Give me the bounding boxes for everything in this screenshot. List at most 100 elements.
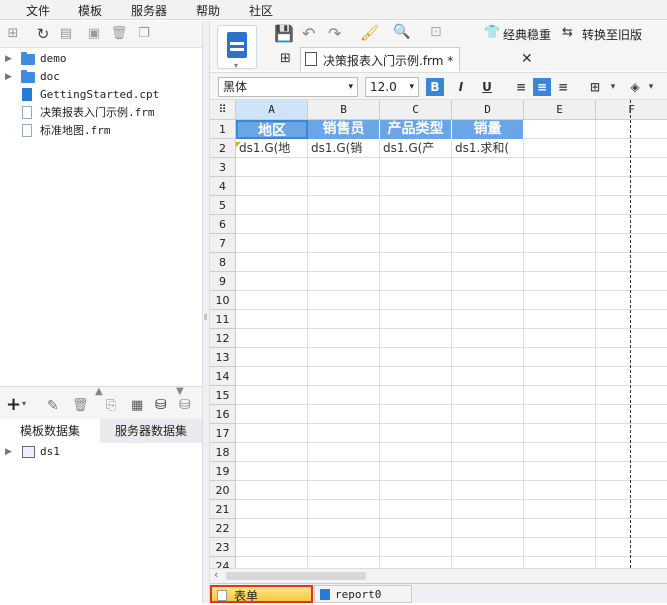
italic-button[interactable]: I [452, 78, 470, 96]
drag-handle-icon[interactable]: ⦀ [204, 313, 208, 323]
grid-cell[interactable] [380, 272, 452, 291]
grid-cell[interactable] [524, 367, 596, 386]
grid-cell[interactable] [380, 538, 452, 557]
grid-cell[interactable] [236, 196, 308, 215]
grid-cell[interactable] [236, 481, 308, 500]
grid-cell[interactable] [452, 443, 524, 462]
grid-cell[interactable] [452, 310, 524, 329]
dataset-icon[interactable]: ▦ [131, 398, 143, 413]
grid-cell[interactable] [380, 234, 452, 253]
sheet-grid[interactable]: ⠿ A B C D E F 1 2 3 4 5 6 7 8 9 10 11 12 13 14 15 16 17 1… [210, 100, 667, 568]
convert-old-button[interactable]: 转换至旧版 [582, 26, 642, 43]
grid-cell[interactable] [524, 481, 596, 500]
grid-cell[interactable] [596, 196, 667, 215]
grid-cell[interactable] [524, 310, 596, 329]
collapse-down-icon[interactable]: ▼ [176, 386, 184, 397]
grid-cell[interactable] [452, 177, 524, 196]
grid-cell[interactable] [236, 405, 308, 424]
grid-cell[interactable] [380, 291, 452, 310]
add-dataset-icon[interactable]: + [6, 396, 21, 414]
grid-cell[interactable] [596, 310, 667, 329]
grid-cell[interactable] [452, 557, 524, 568]
grid-cell[interactable] [380, 310, 452, 329]
grid-cell[interactable] [236, 519, 308, 538]
tree-item-doc[interactable]: ▶ doc [0, 68, 200, 86]
menu-template[interactable]: 模板 [78, 2, 102, 19]
row-header[interactable]: 7 [210, 234, 236, 253]
tab-template-dataset[interactable]: 模板数据集 [0, 419, 100, 443]
row-header[interactable]: 10 [210, 291, 236, 310]
grid-cell[interactable] [380, 519, 452, 538]
grid-cell[interactable] [596, 139, 667, 158]
corner-cell[interactable]: ⠿ [210, 100, 236, 120]
grid-icon[interactable]: ⊞ [280, 51, 291, 66]
row-header[interactable]: 21 [210, 500, 236, 519]
grid-cell[interactable] [596, 291, 667, 310]
column-header-e[interactable]: E [524, 100, 596, 120]
underline-button[interactable]: U [478, 78, 496, 96]
grid-cell[interactable] [236, 253, 308, 272]
grid-cell[interactable] [380, 424, 452, 443]
preview-icon[interactable]: ⎘ [106, 398, 116, 413]
row-header[interactable]: 15 [210, 386, 236, 405]
grid-cell[interactable] [596, 462, 667, 481]
grid-cell[interactable] [596, 272, 667, 291]
grid-cell[interactable] [380, 462, 452, 481]
grid-cell[interactable] [308, 481, 380, 500]
grid-cell[interactable] [380, 500, 452, 519]
grid-cell[interactable] [236, 443, 308, 462]
grid-cell[interactable] [308, 405, 380, 424]
grid-cell[interactable] [308, 234, 380, 253]
grid-cell[interactable] [380, 405, 452, 424]
horizontal-scrollbar[interactable]: ‹ [210, 568, 667, 583]
grid-cell[interactable] [524, 519, 596, 538]
settings-icon[interactable]: ▣ [85, 25, 103, 43]
data-cell-region[interactable]: ds1.G(地 [236, 139, 308, 158]
grid-cell[interactable] [308, 519, 380, 538]
row-header[interactable]: 19 [210, 462, 236, 481]
grid-cell[interactable] [308, 557, 380, 568]
grid-cell[interactable] [452, 215, 524, 234]
row-header[interactable]: 1 [210, 120, 236, 139]
grid-cell[interactable] [308, 215, 380, 234]
grid-cell[interactable] [596, 557, 667, 568]
column-header-b[interactable]: B [308, 100, 380, 120]
grid-cell[interactable] [596, 177, 667, 196]
align-right-icon[interactable]: ≡ [554, 78, 572, 96]
grid-cell[interactable] [452, 386, 524, 405]
menu-community[interactable]: 社区 [249, 2, 273, 19]
grid-cell[interactable] [452, 348, 524, 367]
grid-cell[interactable] [308, 538, 380, 557]
save-icon[interactable]: 💾 [274, 24, 294, 43]
grid-cell[interactable] [308, 348, 380, 367]
grid-cell[interactable] [524, 424, 596, 443]
grid-cell[interactable] [596, 481, 667, 500]
row-header[interactable]: 23 [210, 538, 236, 557]
font-size-select[interactable]: 12.0 ▾ [365, 77, 419, 97]
align-left-icon[interactable]: ≡ [512, 78, 530, 96]
chevron-down-icon[interactable]: ▾ [604, 78, 622, 96]
grid-cell[interactable] [452, 234, 524, 253]
grid-cell[interactable] [596, 500, 667, 519]
scroll-thumb[interactable] [226, 572, 366, 580]
search-icon[interactable]: ⊡ [430, 24, 442, 40]
row-header[interactable]: 14 [210, 367, 236, 386]
grid-cell[interactable] [452, 424, 524, 443]
grid-cell[interactable] [524, 215, 596, 234]
grid-cell[interactable] [452, 158, 524, 177]
delete-icon[interactable]: 🗑 [72, 398, 89, 413]
grid-cell[interactable] [524, 462, 596, 481]
grid-cell[interactable] [596, 329, 667, 348]
grid-cell[interactable] [524, 443, 596, 462]
refresh-icon[interactable]: ↻ [34, 25, 52, 43]
header-cell-region[interactable]: 地区 [236, 120, 308, 139]
delete-icon[interactable]: 🗑 [110, 25, 128, 43]
row-header[interactable]: 11 [210, 310, 236, 329]
grid-cell[interactable] [452, 272, 524, 291]
expand-arrow-icon[interactable]: ▶ [5, 68, 12, 86]
scroll-left-icon[interactable]: ‹ [214, 568, 218, 581]
border-icon[interactable]: ⊞ [586, 78, 604, 96]
grid-cell[interactable] [524, 177, 596, 196]
row-header[interactable]: 2 [210, 139, 236, 158]
row-header[interactable]: 6 [210, 215, 236, 234]
